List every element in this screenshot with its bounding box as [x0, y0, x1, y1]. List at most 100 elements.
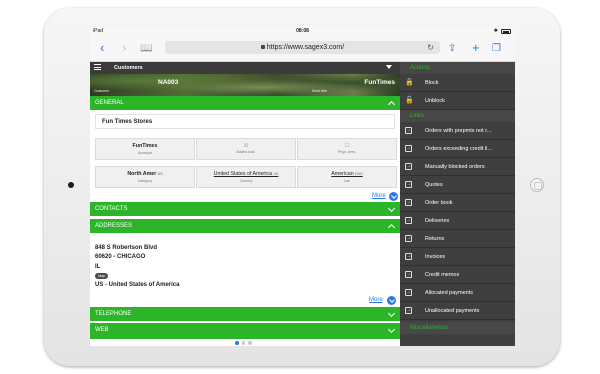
- link-label: Allocated payments: [425, 290, 473, 296]
- customer-banner: Customer NA003 Short title FunTimes: [90, 74, 400, 96]
- url-text: https://www.sagex3.com/: [266, 44, 345, 51]
- link-allocated-payments[interactable]: → Allocated payments: [400, 284, 515, 302]
- checkbox-icon[interactable]: ☐: [298, 143, 396, 149]
- customer-code: NA003: [158, 79, 179, 86]
- link-label: Credit memos: [425, 272, 460, 278]
- new-tab-icon[interactable]: +: [472, 40, 480, 56]
- section-telephone[interactable]: TELEPHONE: [90, 307, 400, 321]
- link-label: Quotes: [425, 182, 443, 188]
- action-label: Block: [425, 80, 439, 86]
- page-dot[interactable]: [241, 341, 245, 345]
- link-order-book[interactable]: → Order book: [400, 194, 515, 212]
- field-acronym: FunTimes Acronym: [95, 138, 195, 160]
- field-phys-pers[interactable]: ☐ Phys. pers.: [297, 138, 397, 160]
- field-tag: US: [157, 172, 163, 176]
- section-general-label: GENERAL: [95, 100, 124, 106]
- link-quotes[interactable]: → Quotes: [400, 176, 515, 194]
- lock-icon: 🔒: [405, 79, 414, 86]
- company-name: Fun Times Stores: [95, 114, 395, 129]
- actions-panel: Actions 🔒 Block 🔓 Unblock Links → Orders …: [400, 62, 515, 346]
- field-value[interactable]: United States of America: [214, 171, 272, 177]
- link-invoices[interactable]: → Invoices: [400, 248, 515, 266]
- customer-short-title: FunTimes: [364, 79, 395, 86]
- section-addresses[interactable]: ADDRESSES: [90, 219, 400, 233]
- reload-icon[interactable]: ↻: [427, 41, 434, 54]
- group-links: Links: [400, 110, 515, 122]
- share-icon[interactable]: ⇪: [448, 41, 456, 57]
- field-label: Country: [239, 179, 253, 183]
- more-link[interactable]: More: [369, 297, 383, 303]
- link-returns[interactable]: → Returns: [400, 230, 515, 248]
- link-icon: →: [405, 163, 412, 170]
- action-label: Unblock: [425, 98, 445, 104]
- map-button[interactable]: Map: [95, 273, 109, 279]
- link-orders-exceeding-credit[interactable]: → Orders exceeding credit li...: [400, 140, 515, 158]
- field-added-cust[interactable]: ☒ Added cust.: [196, 138, 296, 160]
- link-label: Order book: [425, 200, 453, 206]
- link-icon: →: [405, 235, 412, 242]
- field-label: Lan: [344, 179, 350, 183]
- link-manually-blocked-orders[interactable]: → Manually blocked orders: [400, 158, 515, 176]
- link-label: Unallocated payments: [425, 308, 480, 314]
- screen: iPad 08:08 ✱ ‹ › 📖 https://www.sagex3.co…: [90, 27, 515, 346]
- checkbox-icon[interactable]: ☒: [197, 143, 295, 149]
- expand-icon[interactable]: [387, 296, 396, 305]
- tabs-icon[interactable]: ❐: [492, 41, 501, 57]
- field-category[interactable]: North Amer US Category: [95, 166, 195, 188]
- section-general[interactable]: GENERAL: [90, 96, 400, 110]
- link-icon: →: [405, 217, 412, 224]
- bluetooth-icon: ✱: [493, 28, 498, 34]
- address-street: 848 S Robertson Blvd: [95, 245, 158, 251]
- chevron-down-icon: [387, 325, 396, 334]
- main-pane: Customers Customer NA003 Short title Fun…: [90, 62, 400, 346]
- chevron-down-icon: [387, 309, 396, 318]
- link-icon: →: [405, 271, 412, 278]
- link-icon: →: [405, 307, 412, 314]
- address-state: IL: [95, 264, 101, 270]
- forward-icon[interactable]: ›: [122, 40, 126, 56]
- link-credit-memos[interactable]: → Credit memos: [400, 266, 515, 284]
- chevron-up-icon: [387, 223, 396, 232]
- section-web[interactable]: WEB: [90, 323, 400, 339]
- short-title-label: Short title: [312, 89, 327, 93]
- group-miscellaneous: Miscellaneous: [400, 322, 515, 334]
- field-value[interactable]: American: [331, 171, 353, 177]
- link-unallocated-payments[interactable]: → Unallocated payments: [400, 302, 515, 320]
- page-dot[interactable]: [235, 341, 239, 345]
- back-icon[interactable]: ‹: [100, 40, 104, 56]
- camera-icon: [68, 182, 74, 188]
- battery-icon: [501, 28, 511, 34]
- record-content: GENERAL Fun Times Stores FunTimes Acrony…: [90, 96, 400, 346]
- field-country[interactable]: United States of America US Country: [196, 166, 296, 188]
- field-value: FunTimes: [132, 143, 158, 149]
- section-contacts[interactable]: CONTACTS: [90, 202, 400, 216]
- customer-label: Customer: [94, 89, 110, 93]
- page-dot[interactable]: [248, 341, 252, 345]
- address-bar[interactable]: https://www.sagex3.com/ ↻: [165, 41, 440, 54]
- app-header: Customers: [90, 62, 400, 74]
- link-icon: →: [405, 145, 412, 152]
- link-label: Orders with prepmts not r...: [425, 128, 492, 134]
- chevron-down-icon[interactable]: [386, 65, 392, 69]
- bookmarks-icon[interactable]: 📖: [140, 41, 152, 57]
- status-time: 08:08: [296, 28, 309, 34]
- action-block[interactable]: 🔒 Block: [400, 74, 515, 92]
- link-deliveries[interactable]: → Deliveries: [400, 212, 515, 230]
- more-link[interactable]: More: [372, 193, 386, 199]
- page-title: Customers: [114, 65, 143, 71]
- chevron-up-icon: [387, 100, 396, 109]
- link-label: Manually blocked orders: [425, 164, 485, 170]
- field-language[interactable]: American ENG Lan: [297, 166, 397, 188]
- home-button[interactable]: [530, 178, 544, 192]
- field-value: North Amer: [127, 171, 157, 177]
- action-unblock[interactable]: 🔓 Unblock: [400, 92, 515, 110]
- expand-icon[interactable]: [389, 192, 398, 201]
- field-label: Acronym: [137, 151, 153, 155]
- field-label: Added cust.: [236, 150, 256, 154]
- group-actions: Actions: [400, 62, 515, 74]
- page-indicator: [235, 341, 252, 345]
- link-label: Invoices: [425, 254, 446, 260]
- link-icon: →: [405, 289, 412, 296]
- link-orders-prepmts[interactable]: → Orders with prepmts not r...: [400, 122, 515, 140]
- menu-icon[interactable]: [94, 64, 101, 70]
